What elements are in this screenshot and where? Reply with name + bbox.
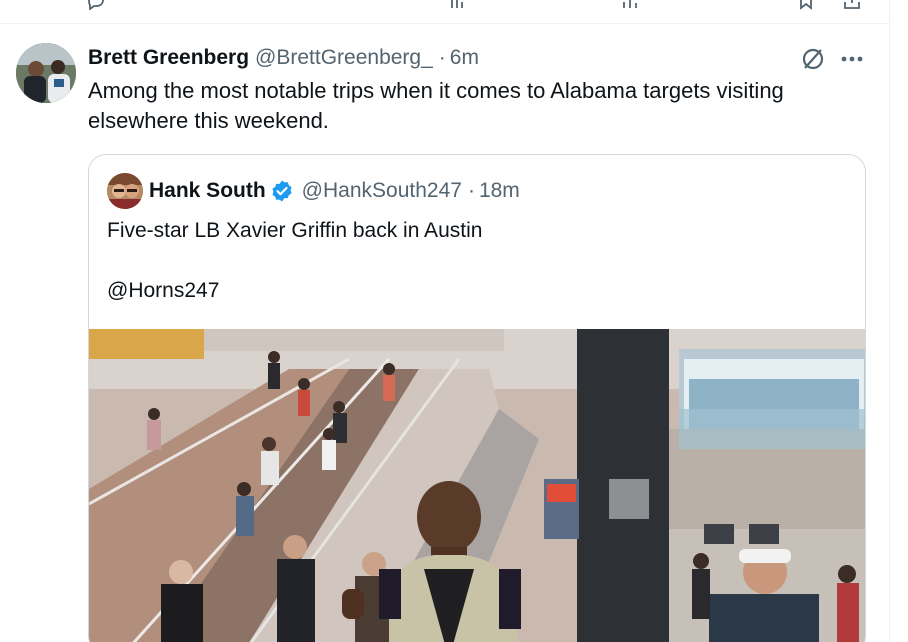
quoted-text-line: Five-star LB Xavier Griffin back in Aust… (107, 219, 483, 242)
quoted-tweet-header: Hank South @HankSouth247 · 18m (149, 177, 520, 205)
tweet-timestamp[interactable]: 6m (450, 46, 479, 70)
verified-badge-icon (272, 180, 292, 202)
tweet-text: Among the most notable trips when it com… (88, 78, 784, 133)
quoted-mention-link[interactable]: @Horns247 (107, 276, 847, 306)
share-icon[interactable] (842, 0, 862, 9)
quoted-header-separator: · (467, 179, 475, 202)
grok-slash-circle-icon[interactable] (800, 46, 826, 72)
tweet-header: Brett Greenberg @BrettGreenberg_ · 6m (88, 44, 479, 72)
more-horizontal-icon[interactable] (838, 46, 866, 72)
views-icon[interactable] (448, 0, 468, 8)
quoted-tweet-timestamp[interactable]: 18m (479, 179, 520, 203)
quoted-author-avatar[interactable] (107, 173, 143, 209)
quoted-tweet-text: Five-star LB Xavier Griffin back in Aust… (107, 216, 847, 306)
reply-icon[interactable] (86, 0, 106, 11)
quoted-author-handle[interactable]: @HankSouth247 (302, 179, 462, 203)
header-separator: · (438, 46, 446, 69)
avatar[interactable] (16, 43, 76, 103)
previous-tweet-action-bar (0, 0, 890, 24)
quoted-tweet-photo[interactable] (89, 329, 866, 642)
views-count-icon (620, 0, 640, 8)
timeline-right-border (889, 0, 890, 642)
quoted-author-name[interactable]: Hank South (149, 179, 266, 203)
author-handle[interactable]: @BrettGreenberg_ (255, 46, 433, 70)
bookmark-icon[interactable] (796, 0, 816, 10)
quoted-tweet-card[interactable]: Hank South @HankSouth247 · 18m Five-star… (88, 154, 866, 642)
author-name[interactable]: Brett Greenberg (88, 46, 249, 70)
